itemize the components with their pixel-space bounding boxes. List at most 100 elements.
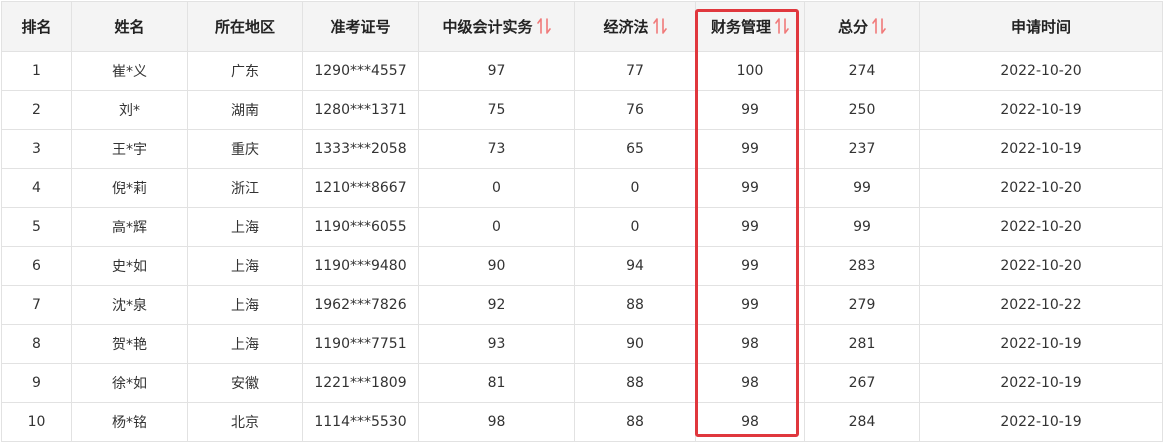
cell-exam_id: 1280***1371 xyxy=(302,90,419,130)
cell-exam_id: 1190***6055 xyxy=(302,207,419,247)
cell-rank: 8 xyxy=(1,324,72,364)
cell-economic_law: 76 xyxy=(574,90,696,130)
sort-icon[interactable] xyxy=(536,17,551,38)
score-table-panel: 排名 姓名 所在地区 准考证号 中级会计实务 经济法 财务管理 总分 申请时间 1 崔*义 广东 12… xyxy=(0,1,1164,445)
column-header-region: 所在地区 xyxy=(187,1,303,52)
cell-total: 281 xyxy=(804,324,920,364)
cell-accounting: 97 xyxy=(418,51,575,91)
cell-accounting: 92 xyxy=(418,285,575,325)
cell-rank: 5 xyxy=(1,207,72,247)
cell-exam_id: 1190***9480 xyxy=(302,246,419,286)
column-header-accounting[interactable]: 中级会计实务 xyxy=(418,1,575,52)
cell-name: 史*如 xyxy=(71,246,188,286)
cell-date: 2022-10-20 xyxy=(919,168,1163,208)
column-header-exam_id: 准考证号 xyxy=(302,1,419,52)
cell-rank: 7 xyxy=(1,285,72,325)
cell-accounting: 0 xyxy=(418,207,575,247)
cell-economic_law: 94 xyxy=(574,246,696,286)
cell-date: 2022-10-20 xyxy=(919,51,1163,91)
cell-name: 杨*铭 xyxy=(71,402,188,442)
column-header-label: 总分 xyxy=(837,17,868,36)
table-row: 8 贺*艳 上海 1190***7751 93 90 98 281 2022-10-19 xyxy=(1,324,1163,364)
cell-total: 279 xyxy=(804,285,920,325)
table-row: 9 徐*如 安徽 1221***1809 81 88 98 267 2022-10-19 xyxy=(1,363,1163,403)
cell-exam_id: 1962***7826 xyxy=(302,285,419,325)
cell-total: 267 xyxy=(804,363,920,403)
cell-date: 2022-10-20 xyxy=(919,246,1163,286)
table-body: 1 崔*义 广东 1290***4557 97 77 100 274 2022-10-20 2 刘*… xyxy=(1,51,1163,442)
sort-icon[interactable] xyxy=(775,17,789,38)
cell-accounting: 75 xyxy=(418,90,575,130)
cell-financial_mgmt: 99 xyxy=(695,285,805,325)
cell-name: 贺*艳 xyxy=(71,324,188,364)
cell-economic_law: 0 xyxy=(574,207,696,247)
cell-rank: 4 xyxy=(1,168,72,208)
cell-date: 2022-10-19 xyxy=(919,129,1163,169)
cell-date: 2022-10-19 xyxy=(919,402,1163,442)
cell-economic_law: 90 xyxy=(574,324,696,364)
cell-economic_law: 0 xyxy=(574,168,696,208)
cell-name: 沈*泉 xyxy=(71,285,188,325)
cell-date: 2022-10-19 xyxy=(919,363,1163,403)
table-row: 6 史*如 上海 1190***9480 90 94 99 283 2022-10-20 xyxy=(1,246,1163,286)
cell-date: 2022-10-22 xyxy=(919,285,1163,325)
column-header-name: 姓名 xyxy=(71,1,188,52)
cell-total: 250 xyxy=(804,90,920,130)
column-header-financial_mgmt[interactable]: 财务管理 xyxy=(695,1,805,52)
column-header-label: 准考证号 xyxy=(330,18,391,36)
cell-total: 283 xyxy=(804,246,920,286)
cell-accounting: 98 xyxy=(418,402,575,442)
cell-rank: 10 xyxy=(1,402,72,442)
table-row: 2 刘* 湖南 1280***1371 75 76 99 250 2022-10-19 xyxy=(1,90,1163,130)
cell-economic_law: 88 xyxy=(574,363,696,403)
column-header-label: 申请时间 xyxy=(1010,18,1071,36)
cell-rank: 1 xyxy=(1,51,72,91)
cell-economic_law: 88 xyxy=(574,285,696,325)
cell-economic_law: 88 xyxy=(574,402,696,442)
table-row: 5 高*辉 上海 1190***6055 0 0 99 99 2022-10-20 xyxy=(1,207,1163,247)
table-header-row: 排名 姓名 所在地区 准考证号 中级会计实务 经济法 财务管理 总分 申请时间 xyxy=(1,1,1163,52)
column-header-label: 排名 xyxy=(21,18,52,36)
cell-economic_law: 77 xyxy=(574,51,696,91)
table-row: 10 杨*铭 北京 1114***5530 98 88 98 284 2022-10-19 xyxy=(1,402,1163,442)
cell-region: 浙江 xyxy=(187,168,303,208)
sort-icon[interactable] xyxy=(872,17,886,38)
cell-exam_id: 1333***2058 xyxy=(302,129,419,169)
cell-region: 上海 xyxy=(187,207,303,247)
cell-accounting: 81 xyxy=(418,363,575,403)
column-header-label: 财务管理 xyxy=(710,17,771,36)
cell-financial_mgmt: 99 xyxy=(695,129,805,169)
cell-exam_id: 1190***7751 xyxy=(302,324,419,364)
cell-rank: 6 xyxy=(1,246,72,286)
cell-name: 崔*义 xyxy=(71,51,188,91)
sort-icon[interactable] xyxy=(652,17,667,38)
cell-financial_mgmt: 99 xyxy=(695,207,805,247)
cell-total: 274 xyxy=(804,51,920,91)
cell-date: 2022-10-20 xyxy=(919,207,1163,247)
cell-accounting: 0 xyxy=(418,168,575,208)
cell-total: 99 xyxy=(804,207,920,247)
table-row: 3 王*宇 重庆 1333***2058 73 65 99 237 2022-10-19 xyxy=(1,129,1163,169)
cell-region: 重庆 xyxy=(187,129,303,169)
cell-financial_mgmt: 100 xyxy=(695,51,805,91)
table-row: 1 崔*义 广东 1290***4557 97 77 100 274 2022-10-20 xyxy=(1,51,1163,91)
cell-region: 上海 xyxy=(187,285,303,325)
column-header-date: 申请时间 xyxy=(919,1,1163,52)
column-header-economic_law[interactable]: 经济法 xyxy=(574,1,696,52)
cell-region: 上海 xyxy=(187,246,303,286)
cell-financial_mgmt: 99 xyxy=(695,246,805,286)
table-row: 4 倪*莉 浙江 1210***8667 0 0 99 99 2022-10-20 xyxy=(1,168,1163,208)
cell-region: 广东 xyxy=(187,51,303,91)
column-header-total[interactable]: 总分 xyxy=(804,1,920,52)
cell-date: 2022-10-19 xyxy=(919,90,1163,130)
cell-name: 刘* xyxy=(71,90,188,130)
cell-financial_mgmt: 99 xyxy=(695,168,805,208)
cell-rank: 2 xyxy=(1,90,72,130)
cell-date: 2022-10-19 xyxy=(919,324,1163,364)
cell-exam_id: 1221***1809 xyxy=(302,363,419,403)
cell-financial_mgmt: 98 xyxy=(695,402,805,442)
cell-accounting: 73 xyxy=(418,129,575,169)
cell-accounting: 90 xyxy=(418,246,575,286)
cell-name: 高*辉 xyxy=(71,207,188,247)
cell-name: 王*宇 xyxy=(71,129,188,169)
